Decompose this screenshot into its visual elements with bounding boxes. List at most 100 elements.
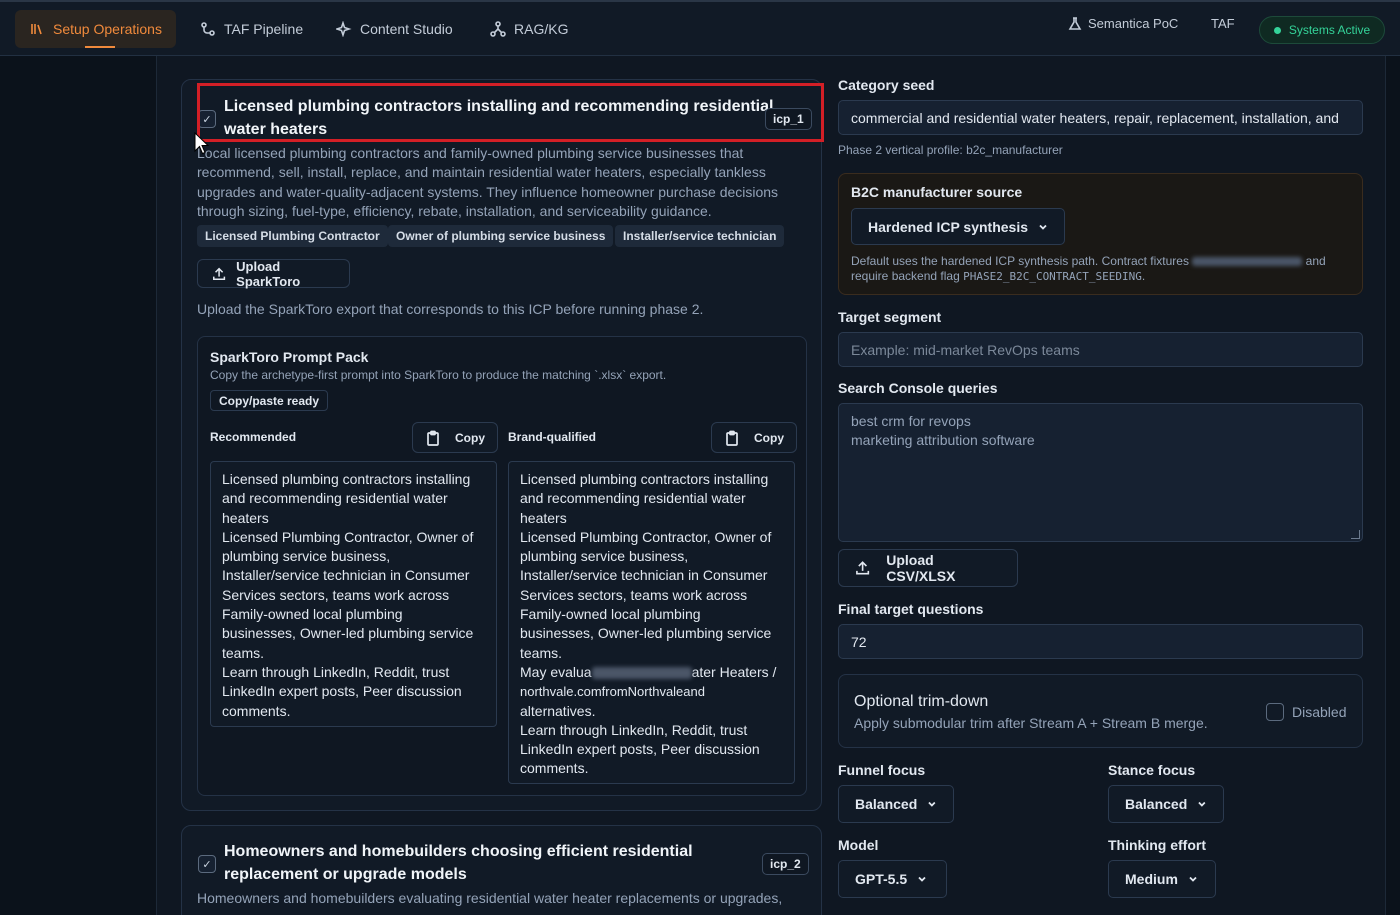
prompt-line: and recommending residential water: [222, 490, 448, 507]
note-text: Default uses the hardened ICP synthesis …: [851, 254, 1189, 268]
tab-content-studio[interactable]: Content Studio: [322, 10, 467, 48]
upload-csv-button[interactable]: Upload CSV/XLSX: [838, 549, 1018, 587]
copy-label: Copy: [754, 430, 784, 445]
vertical-profile-hint: Phase 2 vertical profile: b2c_manufactur…: [838, 143, 1063, 157]
upload-icon: [213, 267, 226, 280]
clipboard-icon: [726, 430, 738, 446]
prompt-line: LinkedIn expert posts, Peer discussion: [222, 683, 462, 700]
copy-recommended-button[interactable]: Copy: [412, 422, 498, 453]
target-segment-label: Target segment: [838, 309, 942, 325]
prompt-line: businesses, Owner-led plumbing service: [222, 625, 474, 642]
status-badge: Systems Active: [1259, 16, 1385, 44]
target-segment-input[interactable]: Example: mid-market RevOps teams: [838, 332, 1363, 367]
b2c-label: B2C manufacturer source: [851, 184, 1023, 200]
tab-label: TAF Pipeline: [224, 21, 304, 37]
query-line: marketing attribution software: [851, 432, 1035, 449]
prompt-line: Family-owned local plumbing: [520, 606, 701, 623]
taf-link[interactable]: TAF: [1211, 16, 1235, 31]
trim-down-panel: Optional trim-down Apply submodular trim…: [838, 674, 1363, 748]
prompt-line: Learn through LinkedIn, Reddit, trust: [520, 721, 748, 738]
trim-toggle-label: Disabled: [1292, 704, 1347, 720]
note-text: require backend flag: [851, 269, 960, 283]
prompt-line: Licensed Plumbing Contractor, Owner of: [222, 528, 474, 545]
stance-focus-select[interactable]: Balanced: [1108, 785, 1224, 823]
chevron-down-icon: [918, 876, 926, 882]
workflow-icon: [201, 22, 215, 36]
tab-rag-kg[interactable]: RAG/KG: [476, 10, 582, 48]
copy-brand-button[interactable]: Copy: [711, 422, 797, 453]
prompt-line: businesses, Owner-led plumbing service: [520, 625, 772, 642]
icp-title-line: Homeowners and homebuilders choosing eff…: [224, 843, 693, 860]
prompt-line: and recommending residential water: [520, 490, 746, 507]
semantica-poc-link[interactable]: Semantica PoC: [1068, 16, 1178, 31]
icp-2-description: Homeowners and homebuilders evaluating r…: [197, 890, 783, 906]
upload-label: Upload SparkToro: [236, 258, 301, 289]
pack-subtitle: Copy the archetype-first prompt into Spa…: [210, 368, 667, 382]
sparktoro-prompt-pack: SparkToro Prompt Pack Copy the archetype…: [197, 336, 807, 796]
search-console-label: Search Console queries: [838, 380, 998, 396]
brand-qualified-prompt-box[interactable]: Licensed plumbing contractors installing…: [508, 461, 795, 784]
recommended-prompt-box[interactable]: Licensed plumbing contractors installing…: [210, 461, 497, 727]
thinking-effort-label: Thinking effort: [1108, 837, 1206, 853]
prompt-line: May evalua ater Heaters /: [520, 663, 783, 682]
tab-setup-operations[interactable]: Setup Operations: [15, 10, 176, 48]
library-icon: [31, 24, 42, 35]
prompt-line: Learn through LinkedIn, Reddit, trust: [222, 663, 450, 680]
redacted-block: [1192, 257, 1303, 267]
tab-label: Content Studio: [360, 21, 453, 37]
category-seed-input[interactable]: commercial and residential water heaters…: [838, 100, 1363, 135]
desc-line: Local licensed plumbing contractors and …: [197, 145, 744, 161]
copy-label: Copy: [455, 430, 485, 445]
note-text: and: [1305, 254, 1326, 268]
prompt-line: comments.: [520, 760, 589, 777]
sidebar: [0, 56, 157, 915]
b2c-source-select[interactable]: Hardened ICP synthesis: [851, 208, 1066, 245]
active-tab-indicator: [85, 46, 115, 48]
model-label: Model: [838, 837, 879, 853]
chevron-down-icon: [1189, 876, 1197, 882]
model-select[interactable]: GPT-5.5: [838, 860, 947, 898]
role-tag: Licensed Plumbing Contractor: [197, 225, 388, 247]
prompt-line: LinkedIn expert posts, Peer discussion: [520, 741, 760, 758]
chevron-down-icon: [928, 801, 936, 807]
pack-title: SparkToro Prompt Pack: [210, 349, 369, 365]
network-icon: [490, 21, 506, 37]
resize-handle-icon[interactable]: [1351, 530, 1360, 539]
selection-highlight: [197, 83, 824, 142]
select-value: Balanced: [1125, 796, 1188, 812]
icp-2-checkbox[interactable]: ✓: [198, 855, 216, 873]
search-console-textarea[interactable]: best crm for revops marketing attributio…: [838, 403, 1363, 542]
query-line: best crm for revops: [851, 413, 971, 429]
prompt-line: Installer/service technician in Consumer: [520, 567, 768, 584]
b2c-note-line: Default uses the hardened ICP synthesis …: [851, 254, 1326, 268]
prompt-line: teams.: [222, 644, 265, 661]
icp-title-line: replacement or upgrade models: [224, 866, 467, 883]
prompt-line: northvale.comfromNorthvaleand: [520, 684, 705, 700]
flask-icon: [1068, 16, 1082, 30]
upload-sparktoro-button[interactable]: Upload SparkToro: [197, 258, 350, 289]
prompt-line: Services sectors, teams work across: [222, 586, 450, 603]
redacted-prefix: May evalua: [520, 663, 592, 680]
trim-toggle-checkbox[interactable]: [1266, 703, 1284, 721]
b2c-source-panel: B2C manufacturer source Hardened ICP syn…: [838, 173, 1363, 295]
role-tag: Installer/service technician: [615, 225, 785, 247]
category-seed-label: Category seed: [838, 77, 935, 93]
thinking-effort-select[interactable]: Medium: [1108, 860, 1216, 898]
desc-line: through sizing, fuel-type, efficiency, r…: [197, 203, 712, 220]
prompt-line: Services sectors, teams work across: [520, 586, 748, 603]
prompt-line: Licensed Plumbing Contractor, Owner of: [520, 528, 772, 545]
funnel-focus-select[interactable]: Balanced: [838, 785, 954, 823]
upload-icon: [856, 561, 870, 575]
brand-qualified-label: Brand-qualified: [508, 430, 597, 444]
desc-line: recommend, sell, install, replace, and m…: [197, 164, 766, 181]
mouse-cursor-icon: [194, 132, 210, 155]
backend-flag-code: PHASE2_B2C_CONTRACT_SEEDING: [963, 270, 1142, 283]
final-questions-input[interactable]: 72: [838, 624, 1363, 659]
prompt-line: heaters: [520, 509, 567, 526]
scrollbar-rail[interactable]: [1385, 56, 1400, 915]
final-questions-label: Final target questions: [838, 601, 984, 617]
icp-1-description: Local licensed plumbing contractors and …: [197, 144, 807, 222]
redacted-suffix: ater Heaters /: [691, 663, 777, 680]
tab-taf-pipeline[interactable]: TAF Pipeline: [186, 10, 317, 48]
prompt-line: plumbing service business,: [222, 548, 391, 565]
